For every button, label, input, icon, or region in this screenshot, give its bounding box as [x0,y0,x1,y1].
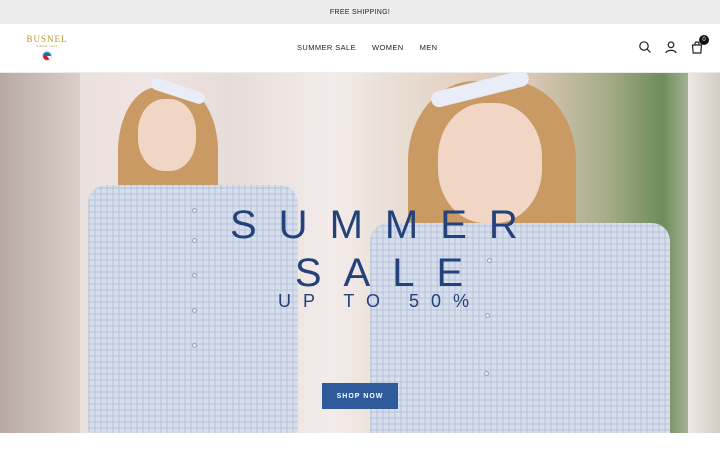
hero-banner[interactable]: SUMMER SALE UP TO 50% SHOP NOW [0,73,720,433]
announcement-text: FREE SHIPPING! [329,8,391,16]
hero-subtitle: UP TO 50% [278,291,482,311]
brand-logo[interactable]: BUSNEL SINCE 1947 [24,34,70,66]
main-nav: SUMMER SALE WOMEN MEN [297,43,437,52]
cart-icon[interactable]: 0 [690,35,709,54]
logo-wordmark: BUSNEL [26,34,68,44]
nav-men[interactable]: MEN [420,43,438,52]
cart-count-badge: 0 [699,35,709,45]
hero-title-line2: SALE [294,251,486,295]
hero-background-column [688,73,720,433]
search-icon[interactable] [638,40,652,54]
nav-women[interactable]: WOMEN [372,43,404,52]
page-content-area [0,433,720,450]
account-icon[interactable] [664,40,678,54]
logo-tagline: SINCE 1947 [36,44,58,48]
hero-title: SUMMER SALE [0,201,540,297]
nav-summer-sale[interactable]: SUMMER SALE [297,43,356,52]
hero-title-line1: SUMMER [230,203,540,247]
logo-emblem-icon [42,51,52,61]
site-header: BUSNEL SINCE 1947 SUMMER SALE WOMEN MEN … [0,24,720,73]
announcement-bar: FREE SHIPPING! [0,0,720,24]
shop-now-button[interactable]: SHOP NOW [322,383,398,409]
header-actions: 0 [638,35,709,54]
